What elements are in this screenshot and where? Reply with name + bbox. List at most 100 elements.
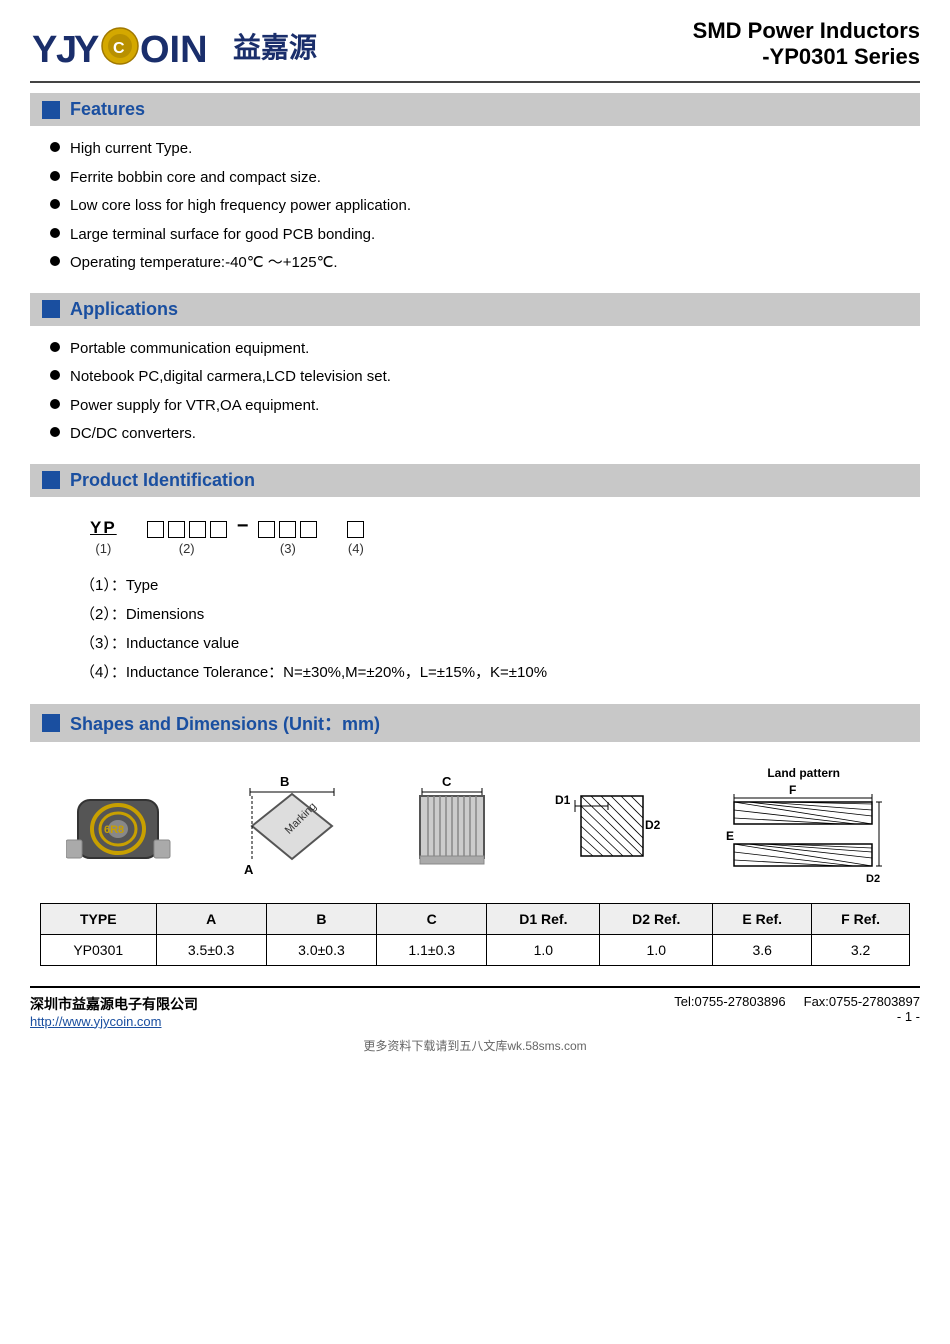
pn-group-2: (2) [147,521,227,556]
inductor-svg: 6R8 [66,782,171,870]
table-col-c: C [377,903,487,934]
list-item: Operating temperature:-40℃ ～+125℃. [50,252,920,275]
list-item: Notebook PC,digital carmera,LCD televisi… [50,366,920,389]
table-col-a: A [156,903,266,934]
svg-text:D2: D2 [645,818,661,832]
bullet-dot [50,199,60,209]
list-item: Low core loss for high frequency power a… [50,195,920,218]
footer-contact: Tel:0755-27803896 Fax:0755-27803897 [674,994,920,1009]
table-col-b: B [266,903,376,934]
list-item: Large terminal surface for good PCB bond… [50,224,920,247]
svg-text:D2: D2 [866,873,880,885]
applications-blue-square [42,300,60,318]
logo-chinese: 益嘉源 [233,26,317,66]
pn-box [147,521,164,538]
svg-text:Y: Y [32,29,57,71]
table-row: YP0301 3.5±0.3 3.0±0.3 1.1±0.3 1.0 1.0 3… [41,934,910,965]
table-cell-a: 3.5±0.3 [156,934,266,965]
shapes-blue-square [42,714,60,732]
table-header-row: TYPE A B C D1 Ref. D2 Ref. E Ref. F Ref. [41,903,910,934]
bullet-dot [50,228,60,238]
pn-group-1: YP (1) [90,518,117,556]
bullet-dot [50,370,60,380]
pn-label-1: (1) [95,541,111,556]
pn-label-2: (2) [179,541,195,556]
footer-tel: Tel:0755-27803896 [674,994,785,1009]
pn-boxes-1 [347,521,364,538]
pn-box [189,521,206,538]
logo-svg: Y J Y C OIN [30,18,225,73]
pn-box [300,521,317,538]
svg-text:6R8: 6R8 [104,824,124,836]
pn-yp: YP [90,518,117,538]
pn-box [168,521,185,538]
list-item: High current Type. [50,138,920,161]
inductor-diagram: 6R8 [66,782,171,870]
header-title: SMD Power Inductors -YP0301 Series [693,18,920,70]
svg-text:A: A [244,862,254,877]
bullet-dot [50,256,60,266]
shapes-section-header: Shapes and Dimensions (Unit：mm) [30,704,920,742]
features-blue-square [42,101,60,119]
shapes-area: 6R8 B Marking A [30,750,920,972]
top-view-svg: B Marking A [232,774,352,879]
table-cell-b: 3.0±0.3 [266,934,376,965]
id-desc-2: （2）：Dimensions [70,603,900,624]
company-name: 深圳市益嘉源电子有限公司 [30,994,198,1014]
shapes-title: Shapes and Dimensions (Unit：mm) [70,710,380,736]
logo-area: Y J Y C OIN 益嘉源 [30,18,317,73]
footer-right: Tel:0755-27803896 Fax:0755-27803897 - 1 … [674,994,920,1024]
page-number: - 1 - [674,1009,920,1024]
footer: 深圳市益嘉源电子有限公司 http://www.yjycoin.com Tel:… [30,986,920,1029]
list-item: Power supply for VTR,OA equipment. [50,395,920,418]
svg-text:E: E [726,829,734,843]
pn-group-3: (3) [258,521,317,556]
pn-label-4: (4) [348,541,364,556]
id-desc-4: （4）：Inductance Tolerance：N=±30%,M=±20%，L… [70,661,900,682]
features-title: Features [70,99,145,120]
shapes-diagrams: 6R8 B Marking A [40,766,910,887]
list-item: Ferrite bobbin core and compact size. [50,167,920,190]
product-id-area: YP (1) (2) − [30,505,920,696]
land-pattern-diagram: Land pattern F E [724,766,884,887]
bullet-dot [50,427,60,437]
product-title-line1: SMD Power Inductors [693,18,920,44]
list-item: Portable communication equipment. [50,338,920,361]
top-view-diagram: B Marking A [232,774,352,879]
footer-fax: Fax:0755-27803897 [804,994,920,1009]
product-title-line2: -YP0301 Series [693,44,920,70]
svg-text:Y: Y [74,29,99,71]
table-cell-f: 3.2 [812,934,910,965]
footer-bottom: 更多资料下载请到五八文库wk.58sms.com [30,1037,920,1054]
bullet-dot [50,142,60,152]
bullet-dot [50,399,60,409]
svg-text:D1: D1 [555,793,571,807]
table-col-f: F Ref. [812,903,910,934]
pn-boxes-3 [258,521,317,538]
table-col-type: TYPE [41,903,157,934]
svg-text:F: F [789,783,796,797]
footer-left: 深圳市益嘉源电子有限公司 http://www.yjycoin.com [30,994,198,1029]
table-cell-d1: 1.0 [487,934,600,965]
table-col-d1: D1 Ref. [487,903,600,934]
table-col-e: E Ref. [713,903,812,934]
part-number-diagram: YP (1) (2) − [70,515,900,556]
bullet-dot [50,342,60,352]
table-col-d2: D2 Ref. [600,903,713,934]
d1d2-view-diagram: D1 [553,774,663,879]
applications-list: Portable communication equipment. Notebo… [30,334,920,456]
svg-text:C: C [442,774,452,789]
product-id-section-header: Product Identification [30,464,920,497]
dimensions-table: TYPE A B C D1 Ref. D2 Ref. E Ref. F Ref.… [40,903,910,966]
pn-boxes-4 [147,521,227,538]
pn-box [210,521,227,538]
list-item: DC/DC converters. [50,423,920,446]
applications-section-header: Applications [30,293,920,326]
land-pattern-label: Land pattern [767,766,840,780]
id-desc-1: （1）：Type [70,574,900,595]
website-link[interactable]: http://www.yjycoin.com [30,1014,198,1029]
product-id-title: Product Identification [70,470,255,491]
features-section-header: Features [30,93,920,126]
bullet-dot [50,171,60,181]
pn-label-3: (3) [280,541,296,556]
